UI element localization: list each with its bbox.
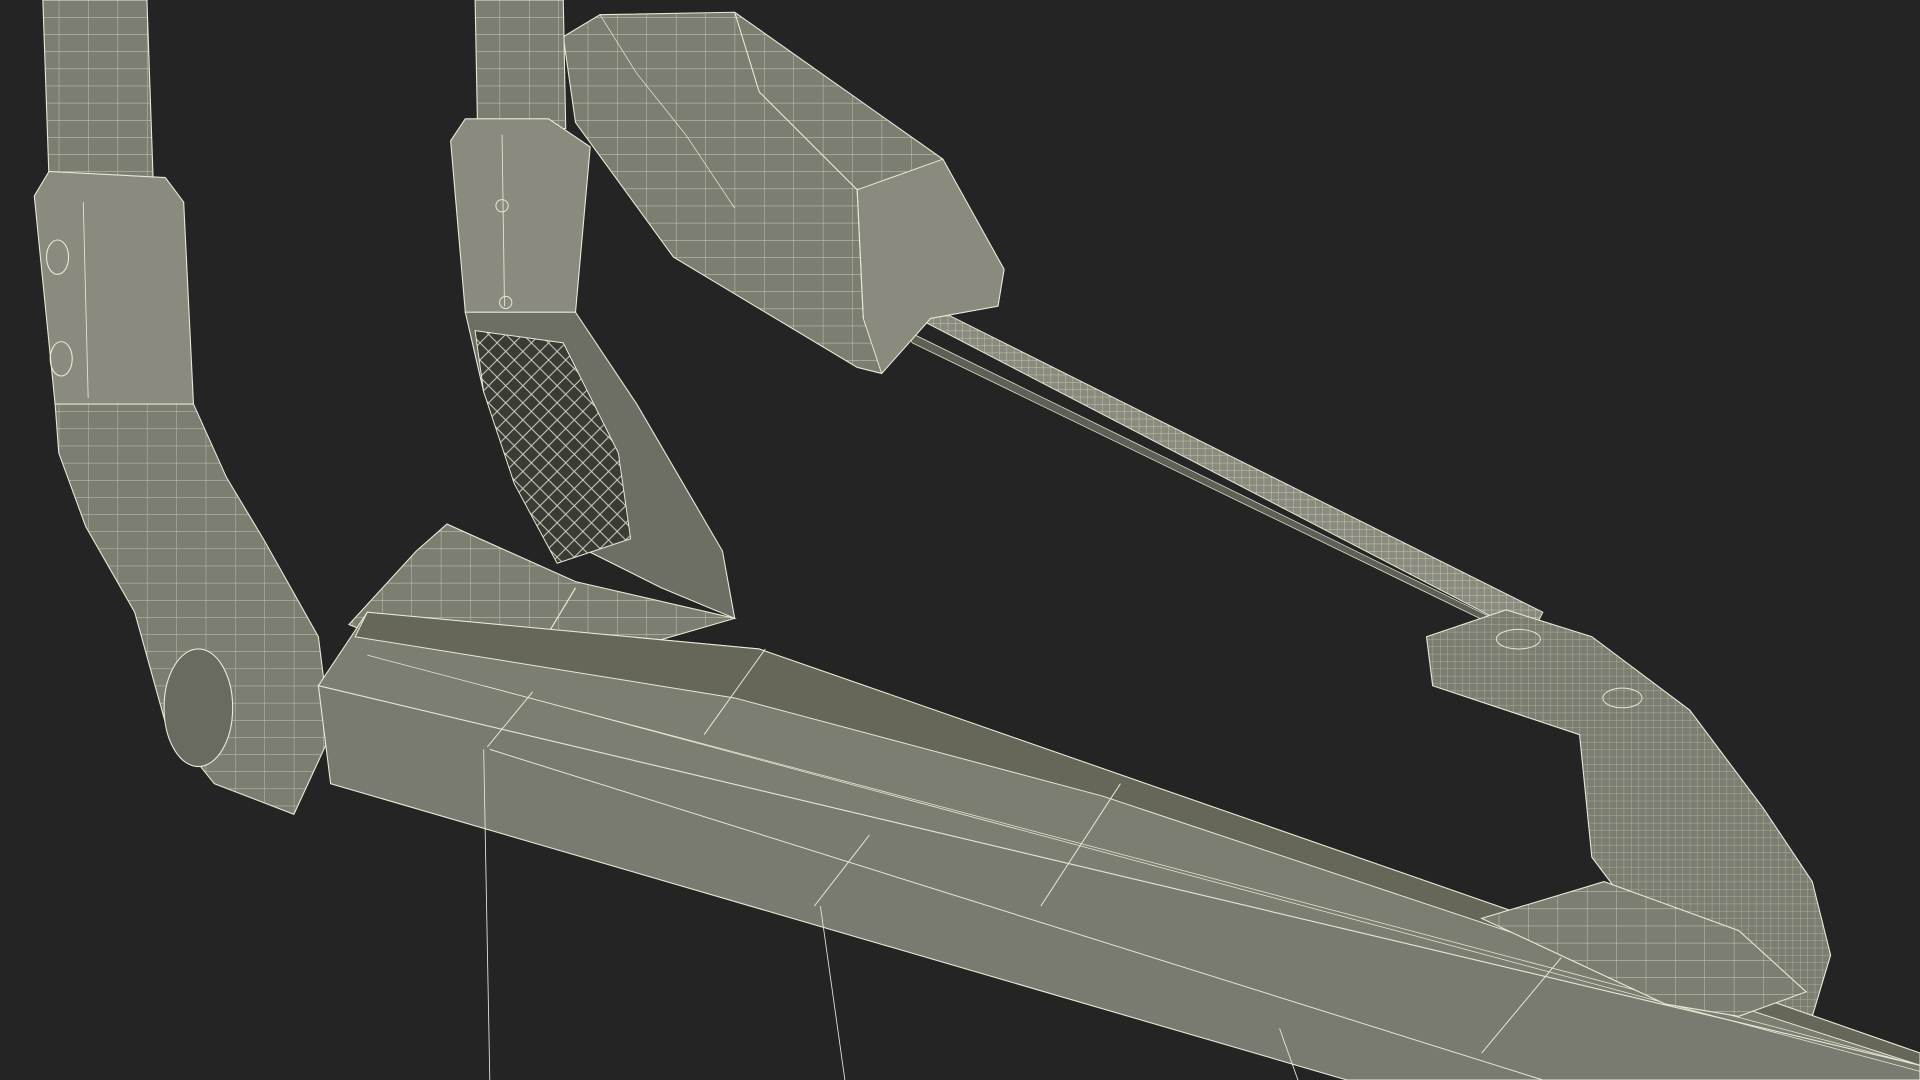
upper-rail xyxy=(904,305,1544,650)
render-viewport xyxy=(0,0,1920,1080)
left-upright xyxy=(33,0,332,815)
wireframe-scene xyxy=(33,0,1920,1080)
